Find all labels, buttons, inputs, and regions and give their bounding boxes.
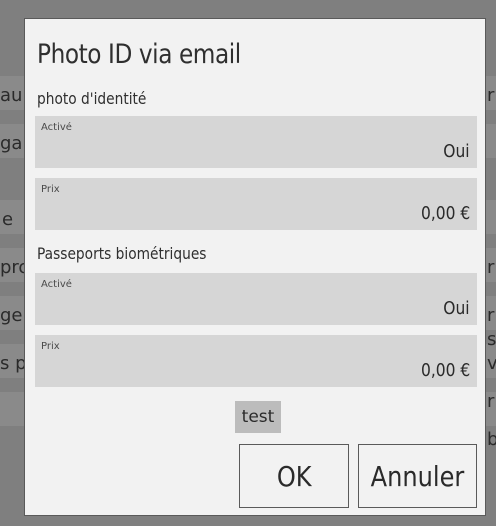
- photo-id-price-field[interactable]: Prix 0,00 €: [35, 178, 477, 230]
- field-label: Activé: [41, 279, 72, 290]
- field-value: Oui: [443, 141, 470, 162]
- cancel-button[interactable]: Annuler: [358, 444, 477, 508]
- field-label: Prix: [41, 184, 60, 195]
- background-text-fragment: r: [487, 257, 495, 278]
- biometric-passports-enabled-field[interactable]: Activé Oui: [35, 273, 477, 325]
- photo-id-enabled-field[interactable]: Activé Oui: [35, 116, 477, 168]
- test-button[interactable]: test: [235, 401, 281, 433]
- background-text-fragment: au: [0, 85, 23, 106]
- background-text-fragment: v: [487, 353, 496, 374]
- field-label: Activé: [41, 122, 72, 133]
- dialog-title: Photo ID via email: [37, 39, 241, 70]
- ok-button[interactable]: OK: [239, 444, 349, 508]
- cancel-button-label: Annuler: [370, 459, 465, 493]
- background-text-fragment: r: [487, 305, 495, 326]
- background-text-fragment: s p: [0, 353, 27, 374]
- photo-id-dialog: Photo ID via email photo d'identité Acti…: [24, 18, 486, 516]
- field-label: Prix: [41, 341, 60, 352]
- field-value: 0,00 €: [420, 360, 470, 381]
- biometric-passports-price-field[interactable]: Prix 0,00 €: [35, 335, 477, 387]
- background-text-fragment: b: [487, 429, 496, 450]
- ok-button-label: OK: [276, 459, 312, 493]
- background-text-fragment: e: [2, 209, 14, 230]
- section-title-photo-id: photo d'identité: [37, 89, 147, 108]
- field-value: 0,00 €: [420, 203, 470, 224]
- background-text-fragment: ge: [0, 305, 23, 326]
- background-text-fragment: r: [487, 85, 495, 106]
- background-text-fragment: ga: [0, 133, 23, 154]
- section-title-biometric-passports: Passeports biométriques: [37, 244, 207, 263]
- field-value: Oui: [443, 298, 470, 319]
- background-text-fragment: s: [487, 329, 496, 350]
- background-text-fragment: r: [487, 391, 495, 412]
